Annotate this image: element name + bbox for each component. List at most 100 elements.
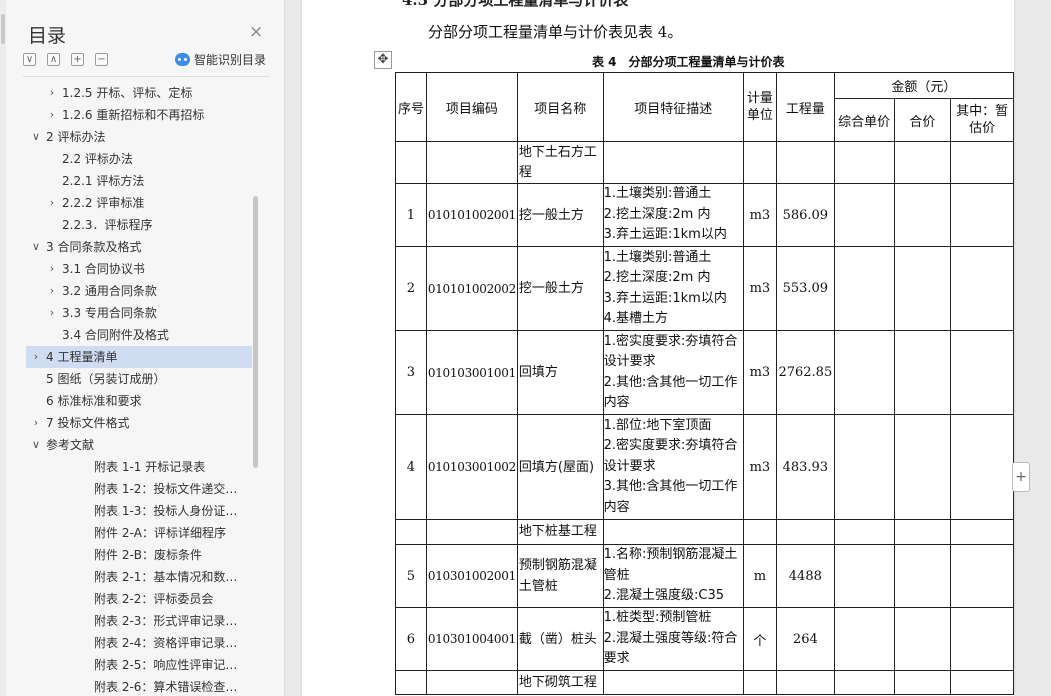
toc-item-label: 7 投标文件格式 xyxy=(46,416,130,430)
toc-item[interactable]: 附表 2-6：算术错误检查… xyxy=(26,676,252,696)
cell-desc: 1.部位:地下室顶面 2.密实度要求:夯填符合设计要求 3.其他:含其他一切工作… xyxy=(602,414,744,520)
cell-empty xyxy=(602,519,744,545)
toc-item[interactable]: 2.2 评标办法 xyxy=(26,148,252,170)
toc-item[interactable]: › 2.2.2 评审标准 xyxy=(26,192,252,214)
chevron-right-icon[interactable]: › xyxy=(46,82,58,104)
cell-empty xyxy=(742,519,777,545)
toc-item[interactable]: 3.4 合同附件及格式 xyxy=(26,324,252,346)
toc-item[interactable]: 附表 2-2：评标委员会 xyxy=(26,588,252,610)
cell-code: 010101002002 xyxy=(425,246,518,331)
cell-desc: 1.桩类型:预制管桩 2.混凝土强度等级:符合要求 xyxy=(602,607,744,671)
remove-heading-icon[interactable]: − xyxy=(95,53,108,66)
cell-empty xyxy=(893,670,952,695)
toc-item[interactable]: 附件 2-A：评标详细程序 xyxy=(26,522,252,544)
toc-item-label: 3.1 合同协议书 xyxy=(62,262,145,276)
chevron-down-icon[interactable]: ∨ xyxy=(30,126,42,148)
toc-item[interactable]: 附表 2-3：形式评审记录… xyxy=(26,610,252,632)
toc-item[interactable]: 附表 2-4：资格评审记录… xyxy=(26,632,252,654)
toc-item[interactable]: › 3.1 合同协议书 xyxy=(26,258,252,280)
toc-item[interactable]: 附表 2-5：响应性评审记… xyxy=(26,654,252,676)
toc-item[interactable]: 附表 2-1：基本情况和数… xyxy=(26,566,252,588)
ai-robot-icon xyxy=(175,53,190,66)
cell-empty xyxy=(602,141,744,184)
toc-item[interactable]: › 7 投标文件格式 xyxy=(26,412,252,434)
toc-item-label: 附表 1-2：投标文件递交… xyxy=(94,482,238,496)
header-desc: 项目特征描述 xyxy=(602,72,744,142)
cell-seq: 1 xyxy=(395,183,427,247)
toc-item[interactable]: 2.2.3．评标程序 xyxy=(26,214,252,236)
toc-item[interactable]: › 3.2 通用合同条款 xyxy=(26,280,252,302)
toc-item-label: 3 合同条款及格式 xyxy=(46,240,142,254)
cell-total xyxy=(893,607,952,671)
table-row: 1 010101002001 挖一般土方 1.土壤类别:普通土 2.挖土深度:2m 内… xyxy=(395,183,1014,247)
toc-item-label: 附表 2-2：评标委员会 xyxy=(94,592,214,606)
cell-provisional xyxy=(950,414,1014,520)
toc-item[interactable]: › 1.2.5 开标、评标、定标 xyxy=(26,82,252,104)
chevron-right-icon[interactable]: › xyxy=(46,104,58,126)
toc-item[interactable]: ∨ 3 合同条款及格式 xyxy=(26,236,252,258)
cell-code: 010301002001 xyxy=(425,544,518,608)
outline-scrollbar[interactable] xyxy=(253,196,258,468)
cell-provisional xyxy=(950,607,1014,671)
cell-code: 010301004001 xyxy=(425,607,518,671)
header-seq: 序号 xyxy=(395,72,427,142)
chevron-down-icon[interactable]: ∨ xyxy=(30,434,42,456)
document-area: 4.3 分部分项工程量清单与计价表 分部分项工程量清单与计价表见表 4。 ✥ 表… xyxy=(286,0,1051,696)
header-unit-price: 综合单价 xyxy=(833,98,895,142)
toc-item[interactable]: ∨ 2 评标办法 xyxy=(26,126,252,148)
cell-unit: m xyxy=(742,544,777,608)
cell-unit-price xyxy=(833,414,895,520)
cell-unit: m3 xyxy=(742,330,777,415)
cell-seq: 4 xyxy=(395,414,427,520)
cell-empty xyxy=(833,670,895,695)
cell-name: 回填方 xyxy=(516,330,604,415)
add-heading-icon[interactable]: + xyxy=(71,53,84,66)
toc-item[interactable]: 附表 1-3：投标人身份证… xyxy=(26,500,252,522)
cell-desc: 1.名称:预制钢筋混凝土管桩 2.混凝土强度级:C35 xyxy=(602,544,744,608)
cell-empty xyxy=(395,670,427,695)
chevron-right-icon[interactable]: › xyxy=(46,280,58,302)
toc-item-label: 1.2.6 重新招标和不再招标 xyxy=(62,108,205,122)
cell-empty xyxy=(742,670,777,695)
smart-toc-button[interactable]: 智能识别目录 xyxy=(175,51,266,68)
toc-item-label: 2 评标办法 xyxy=(46,130,106,144)
toc-item-label: 3.2 通用合同条款 xyxy=(62,284,157,298)
chevron-right-icon[interactable]: › xyxy=(46,258,58,280)
toc-item[interactable]: 2.2.1 评标方法 xyxy=(26,170,252,192)
table-move-handle-icon[interactable]: ✥ xyxy=(374,51,392,69)
close-icon[interactable]: × xyxy=(249,22,263,42)
caption-text: 分部分项工程量清单与计价表 xyxy=(628,55,785,69)
cell-empty xyxy=(893,141,952,184)
chevron-right-icon[interactable]: › xyxy=(30,412,42,434)
collapse-all-icon[interactable]: ∨ xyxy=(23,53,36,66)
toc-item[interactable]: 附表 1-2：投标文件递交… xyxy=(26,478,252,500)
toc-item-label: 5 图纸（另装订成册） xyxy=(46,372,166,386)
chevron-right-icon[interactable]: › xyxy=(30,346,42,368)
toc-item[interactable]: ∨ 参考文献 xyxy=(26,434,252,456)
cell-empty xyxy=(950,519,1014,545)
chevron-right-icon[interactable]: › xyxy=(46,192,58,214)
cell-total xyxy=(893,544,952,608)
add-icon[interactable]: + xyxy=(1012,462,1030,492)
group-row: 地下砌筑工程 xyxy=(395,670,1014,695)
cell-unit-price xyxy=(833,183,895,247)
toc-item[interactable]: › 1.2.6 重新招标和不再招标 xyxy=(26,104,252,126)
toc-item-label: 附表 2-3：形式评审记录… xyxy=(94,614,238,628)
table-row: 2 010101002002 挖一般土方 1.土壤类别:普通土 2.挖土深度:2m 内… xyxy=(395,246,1014,331)
toc-item[interactable]: › 4 工程量清单 xyxy=(26,346,252,368)
cell-qty: 264 xyxy=(775,607,835,671)
intro-paragraph: 分部分项工程量清单与计价表见表 4。 xyxy=(428,23,683,41)
toc-item[interactable]: 5 图纸（另装订成册） xyxy=(26,368,252,390)
toc-item[interactable]: 6 标准标准和要求 xyxy=(26,390,252,412)
chevron-right-icon[interactable]: › xyxy=(46,302,58,324)
cell-empty xyxy=(742,141,777,184)
expand-up-icon[interactable]: ∧ xyxy=(47,53,60,66)
left-edge-thumb[interactable] xyxy=(1,14,5,44)
toc-item[interactable]: 附件 2-B：废标条件 xyxy=(26,544,252,566)
table-row: 5 010301002001 预制钢筋混凝土管桩 1.名称:预制钢筋混凝土管桩 2.混… xyxy=(395,544,1014,608)
toc-item-label: 1.2.5 开标、评标、定标 xyxy=(62,86,193,100)
toc-item-label: 附表 1-3：投标人身份证… xyxy=(94,504,238,518)
toc-item[interactable]: › 3.3 专用合同条款 xyxy=(26,302,252,324)
chevron-down-icon[interactable]: ∨ xyxy=(30,236,42,258)
toc-item[interactable]: 附表 1-1 开标记录表 xyxy=(26,456,252,478)
